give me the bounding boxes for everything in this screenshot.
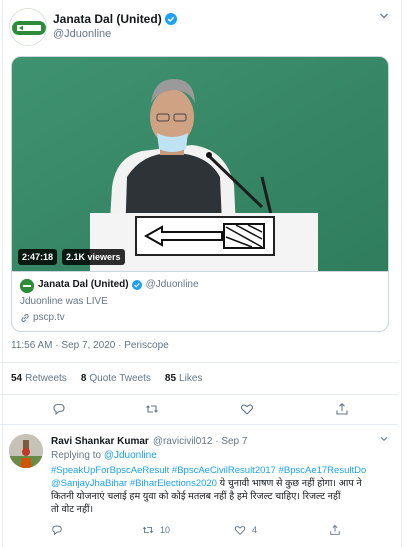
reply-retweet-count: 10 [160, 525, 171, 535]
divider [0, 424, 398, 425]
verified-badge-icon [164, 13, 177, 25]
likes-count: 85 [164, 373, 177, 384]
divider [0, 394, 398, 395]
like-icon[interactable] [240, 402, 256, 418]
jdu-logo-icon [10, 9, 46, 45]
reply-body: तो वोट नहीं। [51, 504, 94, 515]
reply-mentions[interactable]: @SanjayJhaBihar #BiharElections2020 [51, 478, 217, 489]
quotes-label: Quote Tweets [89, 373, 151, 384]
likes-label: Likes [179, 373, 203, 384]
card-author-handle: @Jduonline [145, 279, 199, 290]
card-details[interactable]: Janata Dal (United) @Jduonline Jduonline… [12, 271, 388, 331]
viewer-count: 2.1K viewers [62, 249, 125, 265]
like-button[interactable]: 4 [234, 524, 257, 536]
speaker-image [12, 57, 388, 271]
like-icon [234, 526, 246, 535]
quotes-stat[interactable]: 8 Quote Tweets [81, 373, 151, 384]
retweets-stat[interactable]: 54 Retweets [11, 373, 67, 384]
retweet-icon[interactable] [145, 402, 161, 418]
retweet-icon [142, 526, 154, 534]
reply-handle-date[interactable]: @ravicivil012 · Sep 7 [153, 436, 248, 447]
reply-hashtags[interactable]: #SpeakUpForBpscAeResult #BpscAeCivilResu… [51, 464, 391, 477]
card-author-name: Janata Dal (United) [38, 279, 129, 290]
share-icon[interactable] [329, 524, 347, 536]
card-avatar [20, 279, 34, 293]
tweet-header: Janata Dal (United) @Jduonline [9, 8, 397, 48]
avatar[interactable] [9, 434, 43, 468]
reply-text: #SpeakUpForBpscAeResult #BpscAeCivilResu… [51, 464, 391, 516]
avatar[interactable] [9, 8, 47, 46]
display-name[interactable]: Janata Dal (United) [53, 12, 162, 26]
periscope-card[interactable]: 2:47:18 2.1K viewers Janata Dal (United)… [11, 56, 389, 332]
link-icon [21, 313, 29, 322]
card-link[interactable]: pscp.tv [33, 312, 65, 323]
reply-icon[interactable] [51, 524, 69, 536]
divider [0, 362, 398, 363]
live-video-thumbnail[interactable]: 2:47:18 2.1K viewers [12, 57, 388, 271]
reply-tweet[interactable]: Ravi Shankar Kumar @ravicivil012 · Sep 7… [9, 432, 397, 547]
replying-prefix: Replying to [51, 450, 102, 461]
retweets-count: 54 [11, 373, 23, 384]
retweets-label: Retweets [25, 373, 67, 384]
user-photo [9, 434, 43, 468]
jdu-logo-icon [20, 279, 34, 293]
likes-stat[interactable]: 85 Likes [165, 373, 202, 384]
share-icon[interactable] [335, 402, 351, 418]
verified-badge-icon [131, 279, 142, 290]
reply-icon[interactable] [52, 402, 68, 418]
reply-body: कितनी योजनाएं चलाई हम युवा को कोई मतलब न… [51, 491, 341, 502]
video-duration: 2:47:18 [18, 249, 58, 265]
reply-body: ये चुनावी भाषण से कुछ नहीं होगा। आप ने [216, 478, 362, 489]
tweet-actions [0, 402, 398, 418]
card-description: Jduonline was LIVE [20, 296, 108, 307]
chevron-down-icon[interactable] [379, 434, 389, 447]
handle[interactable]: @Jduonline [53, 28, 111, 40]
replying-mention[interactable]: @Jduonline [104, 450, 157, 461]
reply-display-name[interactable]: Ravi Shankar Kumar [51, 436, 149, 447]
reply-like-count: 4 [252, 525, 258, 535]
chevron-down-icon[interactable] [377, 10, 391, 24]
quotes-count: 8 [80, 373, 87, 384]
reply-actions: 10 4 [9, 524, 397, 540]
retweet-button[interactable]: 10 [142, 524, 170, 536]
tweet-stats: 54 Retweets 8 Quote Tweets 85 Likes [11, 373, 216, 384]
replying-to: Replying to @Jduonline [51, 450, 157, 461]
tweet-timestamp[interactable]: 11:56 AM · Sep 7, 2020 · Periscope [11, 340, 169, 351]
